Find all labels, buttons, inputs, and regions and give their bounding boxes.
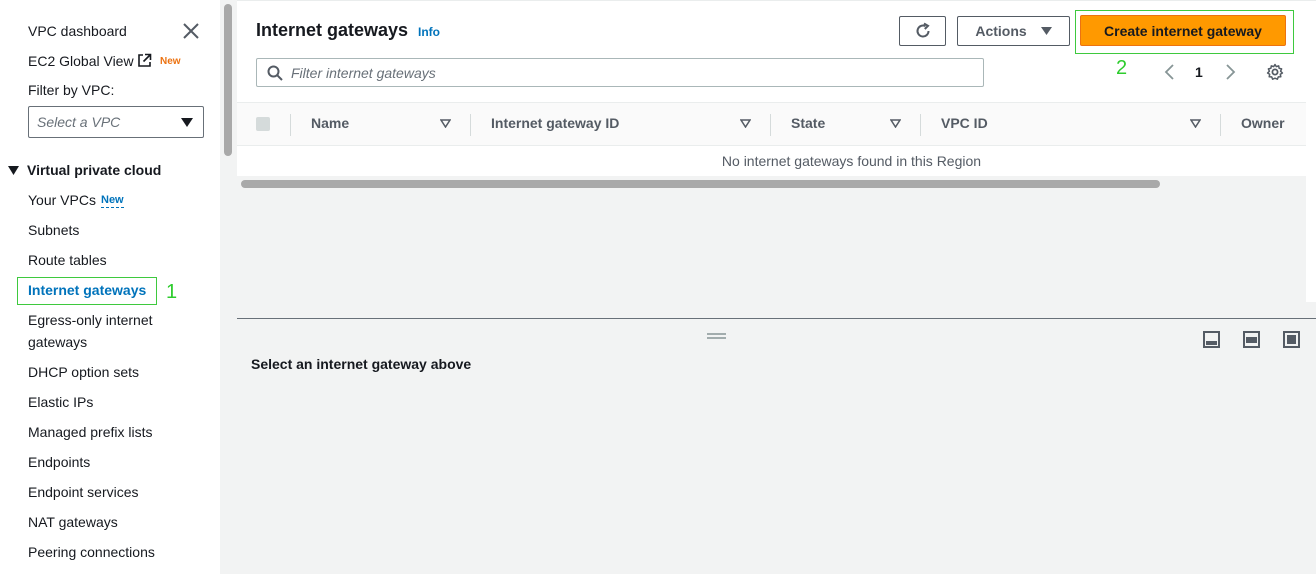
filter-by-vpc-label: Filter by VPC: xyxy=(28,82,115,98)
chevron-right-icon[interactable] xyxy=(1223,63,1237,81)
column-divider[interactable] xyxy=(770,114,771,136)
panel-full-icon[interactable] xyxy=(1283,331,1300,348)
sidebar-item-endpoint-services[interactable]: Endpoint services xyxy=(28,482,139,502)
section-virtual-private-cloud[interactable]: Virtual private cloud xyxy=(8,160,161,180)
step-annotation-1: 1 xyxy=(166,281,178,303)
column-divider[interactable] xyxy=(920,114,921,136)
step-annotation-2: 2 xyxy=(1116,57,1128,79)
filter-input[interactable] xyxy=(291,63,971,83)
refresh-icon xyxy=(914,22,932,40)
select-all-checkbox[interactable] xyxy=(256,117,270,131)
sort-icon[interactable] xyxy=(440,119,451,128)
panel-bottom-icon[interactable] xyxy=(1203,331,1220,348)
page-title: Internet gateways xyxy=(256,20,409,40)
sidebar-scrollbar-thumb[interactable] xyxy=(224,4,232,156)
sidebar-item-peering-connections[interactable]: Peering connections xyxy=(28,542,155,562)
sort-icon[interactable] xyxy=(1190,119,1201,128)
settings-icon[interactable] xyxy=(1266,63,1284,81)
close-icon[interactable] xyxy=(182,22,200,40)
search-icon xyxy=(267,65,283,81)
caret-down-icon xyxy=(181,118,193,127)
table-scroll-area xyxy=(237,176,1306,302)
column-header-owner[interactable]: Owner xyxy=(1241,115,1285,131)
column-header-state[interactable]: State xyxy=(791,115,825,131)
sort-icon[interactable] xyxy=(890,119,901,128)
sidebar-item-your-vpcs[interactable]: Your VPCs xyxy=(28,190,96,210)
panel-side-icon[interactable] xyxy=(1243,331,1260,348)
create-internet-gateway-button[interactable]: Create internet gateway xyxy=(1080,15,1286,46)
page-number[interactable]: 1 xyxy=(1195,64,1203,80)
sidebar-item-internet-gateways[interactable]: Internet gateways xyxy=(28,280,146,300)
column-header-internet-gateway-id[interactable]: Internet gateway ID xyxy=(491,115,619,131)
sidebar-item-nat-gateways[interactable]: NAT gateways xyxy=(28,512,118,532)
filter-search-box[interactable] xyxy=(256,58,984,87)
column-divider[interactable] xyxy=(470,114,471,136)
sidebar-item-egress-only-internet-gateways-line2[interactable]: gateways xyxy=(28,332,87,352)
empty-table-message: No internet gateways found in this Regio… xyxy=(237,146,1306,176)
sidebar-item-route-tables[interactable]: Route tables xyxy=(28,250,107,270)
drag-handle-icon[interactable] xyxy=(707,332,726,340)
actions-label: Actions xyxy=(975,23,1027,39)
sidebar-item-subnets[interactable]: Subnets xyxy=(28,220,79,240)
vpc-filter-select[interactable]: Select a VPC xyxy=(28,106,204,138)
caret-down-icon xyxy=(1040,27,1052,35)
sort-icon[interactable] xyxy=(740,119,751,128)
sidebar-item-endpoints[interactable]: Endpoints xyxy=(28,452,90,472)
sidebar-item-vpc-dashboard[interactable]: VPC dashboard xyxy=(28,21,127,41)
vpc-select-placeholder: Select a VPC xyxy=(37,114,121,130)
table-header xyxy=(237,102,1306,146)
column-divider[interactable] xyxy=(1220,114,1221,136)
external-link-icon[interactable] xyxy=(137,53,152,68)
column-divider[interactable] xyxy=(290,114,291,136)
sidebar-item-egress-only-internet-gateways[interactable]: Egress-only internet xyxy=(28,310,153,330)
sidebar-item-managed-prefix-lists[interactable]: Managed prefix lists xyxy=(28,422,153,442)
new-badge: New xyxy=(101,194,124,208)
chevron-left-icon[interactable] xyxy=(1163,63,1177,81)
actions-button[interactable]: Actions xyxy=(957,16,1070,46)
refresh-button[interactable] xyxy=(899,16,946,46)
sidebar-item-ec2-global-view[interactable]: EC2 Global View xyxy=(28,51,134,71)
sidebar-item-elastic-ips[interactable]: Elastic IPs xyxy=(28,392,93,412)
section-title: Virtual private cloud xyxy=(27,162,162,178)
column-header-name[interactable]: Name xyxy=(311,115,349,131)
info-link[interactable]: Info xyxy=(418,25,440,39)
sidebar: VPC dashboard EC2 Global View New Filter… xyxy=(0,0,220,574)
caret-down-icon xyxy=(8,165,27,175)
sidebar-item-dhcp-option-sets[interactable]: DHCP option sets xyxy=(28,362,139,382)
new-badge: New xyxy=(160,56,181,67)
column-header-vpc-id[interactable]: VPC ID xyxy=(941,115,988,131)
horizontal-scrollbar-thumb[interactable] xyxy=(241,180,1160,188)
split-panel-title: Select an internet gateway above xyxy=(251,356,472,372)
